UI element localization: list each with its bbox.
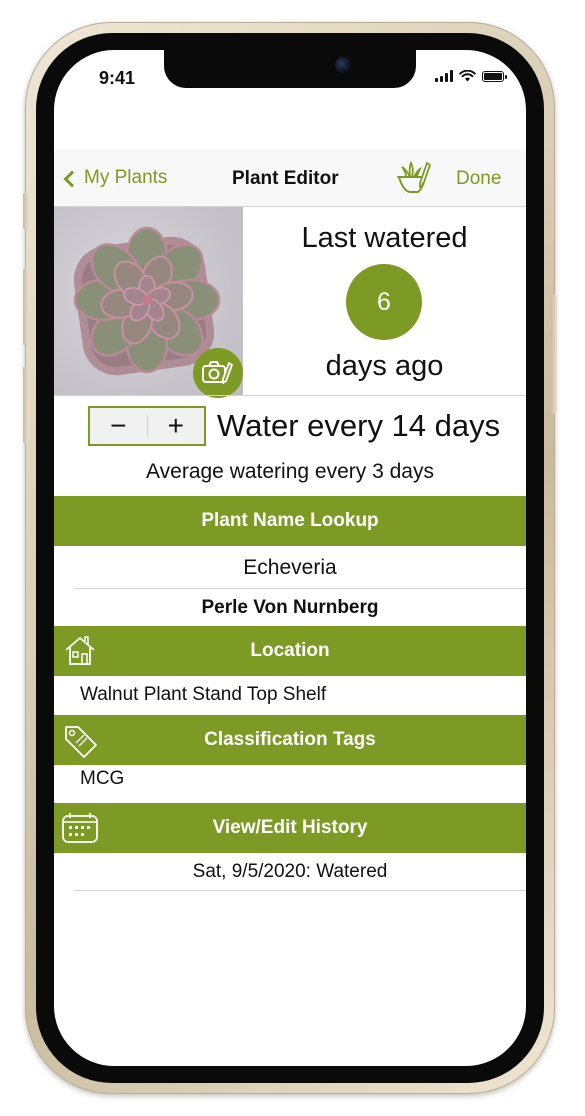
calendar-icon: [62, 813, 98, 843]
succulent-image: [73, 226, 221, 374]
camera-pencil-icon: [202, 361, 233, 384]
volume-up-button: [23, 268, 29, 346]
divider: [74, 890, 526, 891]
back-button-label: My Plants: [84, 167, 168, 188]
location-header[interactable]: Location: [54, 626, 526, 676]
mute-switch: [23, 192, 29, 230]
back-button[interactable]: My Plants: [63, 167, 168, 189]
cellular-signal-icon: [435, 70, 453, 82]
location-label: Location: [250, 640, 330, 661]
last-watered-label: Last watered: [301, 222, 468, 254]
done-button[interactable]: Done: [456, 168, 501, 190]
house-icon: [65, 636, 95, 665]
plant-genus[interactable]: Echeveria: [54, 556, 526, 580]
divider: [74, 588, 526, 589]
plant-name-lookup-label: Plant Name Lookup: [201, 510, 379, 531]
plant-cultivar[interactable]: Perle Von Nurnberg: [54, 597, 526, 619]
edit-photo-button[interactable]: [193, 348, 243, 398]
view-edit-history-label: View/Edit History: [212, 817, 368, 838]
divider: [54, 395, 526, 396]
page-title: Plant Editor: [232, 168, 339, 189]
watering-interval-stepper[interactable]: − +: [88, 406, 206, 446]
classification-tags-value[interactable]: MCG: [80, 768, 124, 790]
decrement-button[interactable]: −: [90, 408, 147, 444]
classification-tags-header[interactable]: Classification Tags: [54, 715, 526, 765]
front-camera: [335, 57, 351, 73]
increment-button[interactable]: +: [148, 408, 205, 444]
days-ago-label: days ago: [325, 350, 444, 382]
chevron-left-icon: [63, 170, 81, 187]
status-time: 9:41: [99, 68, 136, 88]
notch: [164, 50, 416, 88]
view-edit-history-header[interactable]: View/Edit History: [54, 803, 526, 853]
plant-pencil-icon[interactable]: [393, 161, 433, 195]
battery-icon: [482, 70, 507, 82]
wifi-icon: [459, 70, 476, 82]
average-watering-text: Average watering every 3 days: [146, 460, 434, 483]
navigation-bar: My Plants Plant Editor Done: [54, 150, 526, 207]
app-screen: 9:41 My Plants Plant Editor Done Last wa…: [54, 50, 526, 1066]
plant-name-lookup-button[interactable]: Plant Name Lookup: [54, 496, 526, 546]
status-icons: [435, 70, 507, 82]
location-value[interactable]: Walnut Plant Stand Top Shelf: [80, 684, 326, 706]
watering-interval-text: Water every 14 days: [217, 408, 501, 443]
days-since-watered-badge[interactable]: 6: [346, 264, 422, 340]
classification-tags-label: Classification Tags: [204, 729, 376, 750]
volume-down-button: [23, 366, 29, 444]
power-button: [551, 294, 557, 414]
tag-icon: [65, 726, 97, 758]
history-entry[interactable]: Sat, 9/5/2020: Watered: [54, 861, 526, 883]
